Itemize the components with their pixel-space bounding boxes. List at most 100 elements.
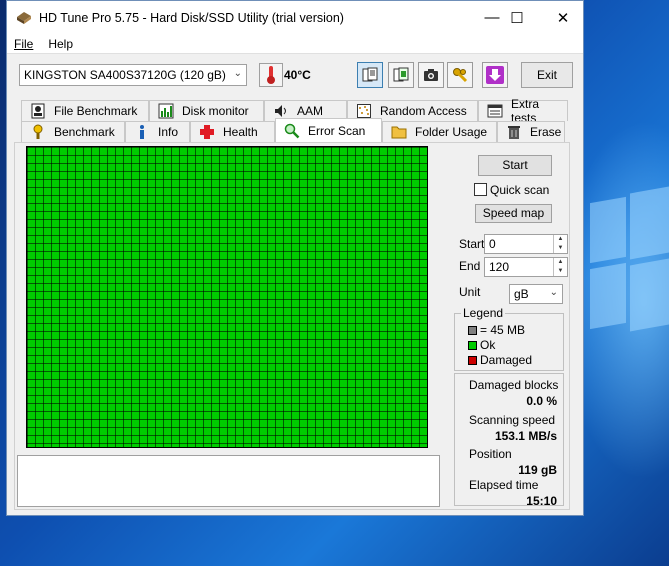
tab-label: Health bbox=[223, 125, 258, 139]
spin-up-icon[interactable]: ▲ bbox=[553, 258, 567, 267]
legend-block-size-label: = 45 MB bbox=[480, 323, 526, 337]
legend-title: Legend bbox=[461, 306, 506, 320]
start-position-spinner[interactable]: 0 ▲ ▼ bbox=[484, 234, 568, 254]
options-button[interactable] bbox=[447, 62, 473, 88]
tab-label: AAM bbox=[297, 104, 324, 118]
scan-stats-box: Damaged blocks 0.0 % Scanning speed 153.… bbox=[454, 373, 564, 508]
tab-disk-monitor[interactable]: Disk monitor bbox=[149, 100, 264, 121]
tab-label: Benchmark bbox=[54, 125, 115, 139]
tab-label: Random Access bbox=[380, 104, 467, 118]
copy-text-button[interactable] bbox=[357, 62, 383, 88]
legend-box: Legend = 45 MB Ok Damaged bbox=[454, 306, 564, 371]
menu-file[interactable]: File bbox=[14, 37, 33, 51]
close-button[interactable]: ✕ bbox=[540, 1, 586, 34]
start-scan-button[interactable]: Start bbox=[478, 155, 552, 176]
damaged-swatch bbox=[468, 355, 477, 365]
desktop-logo-pane-2 bbox=[630, 186, 669, 260]
copy-image-icon bbox=[393, 67, 409, 82]
legend-ok-label: Ok bbox=[480, 338, 496, 352]
start-position-label: Start bbox=[459, 237, 485, 251]
chevron-down-icon: ⌄ bbox=[233, 68, 242, 79]
drive-select-value: KINGSTON SA400S37120G (120 gB) bbox=[24, 68, 226, 82]
position-value: 119 gB bbox=[518, 463, 557, 477]
unit-select-value: gB bbox=[514, 287, 529, 301]
wrench-icon bbox=[453, 68, 468, 83]
end-position-value: 120 bbox=[489, 260, 510, 274]
tab-label: Disk monitor bbox=[182, 104, 249, 118]
error-scan-panel: Start Quick scan Speed map Start 0 ▲ ▼ E… bbox=[14, 142, 570, 510]
temperature-button[interactable] bbox=[259, 63, 283, 87]
copy-image-button[interactable] bbox=[388, 62, 414, 88]
desktop-logo-pane-4 bbox=[630, 258, 669, 332]
download-arrow-icon bbox=[486, 66, 504, 84]
folder-icon bbox=[391, 124, 407, 140]
end-position-spinner[interactable]: 120 ▲ ▼ bbox=[484, 257, 568, 277]
copy-text-icon bbox=[362, 67, 378, 82]
extra-tests-icon bbox=[487, 103, 503, 119]
temperature-value: 40°C bbox=[284, 68, 311, 82]
spin-down-icon[interactable]: ▼ bbox=[553, 267, 567, 276]
tab-row-bottom: Benchmark Info Health Error Scan Folder … bbox=[21, 118, 565, 142]
damaged-blocks-value: 0.0 % bbox=[526, 394, 557, 408]
disk-monitor-icon bbox=[158, 103, 174, 119]
tab-label: Info bbox=[158, 125, 179, 139]
menu-help[interactable]: Help bbox=[48, 37, 73, 51]
title-bar[interactable]: HD Tune Pro 5.75 - Hard Disk/SSD Utility… bbox=[7, 1, 583, 34]
tab-label: Folder Usage bbox=[415, 125, 488, 139]
desktop-logo-pane-1 bbox=[590, 196, 626, 264]
block-swatch bbox=[468, 325, 477, 335]
tab-label: Error Scan bbox=[308, 123, 366, 138]
camera-icon bbox=[424, 69, 438, 81]
screenshot-button[interactable] bbox=[418, 62, 444, 88]
speaker-icon bbox=[273, 103, 289, 119]
maximize-button[interactable]: ☐ bbox=[494, 1, 540, 34]
position-label: Position bbox=[469, 447, 512, 461]
tab-benchmark[interactable]: Benchmark bbox=[21, 121, 125, 142]
quick-scan-label: Quick scan bbox=[490, 183, 550, 197]
legend-ok: Ok bbox=[468, 338, 495, 352]
tab-label: File Benchmark bbox=[54, 104, 138, 118]
unit-label: Unit bbox=[459, 285, 481, 299]
toolbar: KINGSTON SA400S37120G (120 gB) ⌄ 40°C Ex… bbox=[7, 54, 583, 100]
health-cross-icon bbox=[199, 124, 215, 140]
drive-select[interactable]: KINGSTON SA400S37120G (120 gB) ⌄ bbox=[19, 64, 247, 86]
window-title: HD Tune Pro 5.75 - Hard Disk/SSD Utility… bbox=[39, 10, 344, 25]
tab-label: Erase bbox=[530, 125, 562, 139]
legend-block-size: = 45 MB bbox=[468, 323, 525, 337]
app-icon bbox=[17, 11, 31, 24]
tab-error-scan[interactable]: Error Scan bbox=[275, 118, 382, 142]
quick-scan-checkbox[interactable] bbox=[474, 183, 487, 196]
random-access-icon bbox=[356, 103, 372, 119]
desktop-logo-pane-3 bbox=[590, 262, 626, 330]
save-button[interactable] bbox=[482, 62, 508, 88]
ok-swatch bbox=[468, 340, 477, 350]
scan-log-box[interactable] bbox=[17, 455, 440, 507]
info-icon bbox=[134, 124, 150, 140]
exit-button[interactable]: Exit bbox=[521, 62, 573, 88]
scanning-speed-label: Scanning speed bbox=[469, 413, 556, 427]
unit-select[interactable]: gB ⌄ bbox=[509, 284, 563, 304]
legend-damaged-label: Damaged bbox=[480, 353, 533, 367]
file-benchmark-icon bbox=[30, 103, 46, 119]
chevron-down-icon: ⌄ bbox=[549, 287, 558, 298]
spin-up-icon[interactable]: ▲ bbox=[553, 235, 567, 244]
elapsed-time-label: Elapsed time bbox=[469, 478, 539, 492]
error-scan-block-map bbox=[26, 146, 428, 448]
trash-icon bbox=[506, 124, 522, 140]
benchmark-icon bbox=[30, 124, 46, 140]
spin-down-icon[interactable]: ▼ bbox=[553, 244, 567, 253]
speed-map-button[interactable]: Speed map bbox=[475, 204, 552, 223]
tab-folder-usage[interactable]: Folder Usage bbox=[382, 121, 497, 142]
tab-erase[interactable]: Erase bbox=[497, 121, 565, 142]
end-position-label: End bbox=[459, 259, 481, 273]
magnifier-icon bbox=[284, 123, 300, 139]
legend-damaged: Damaged bbox=[468, 353, 532, 367]
thermometer-icon bbox=[267, 66, 275, 84]
scanning-speed-value: 153.1 MB/s bbox=[494, 429, 557, 443]
tab-info[interactable]: Info bbox=[125, 121, 190, 142]
tab-file-benchmark[interactable]: File Benchmark bbox=[21, 100, 149, 121]
menu-bar: File Help bbox=[7, 34, 583, 54]
tab-health[interactable]: Health bbox=[190, 121, 275, 142]
tab-extra-tests[interactable]: Extra tests bbox=[478, 97, 568, 125]
damaged-blocks-label: Damaged blocks bbox=[469, 378, 559, 392]
